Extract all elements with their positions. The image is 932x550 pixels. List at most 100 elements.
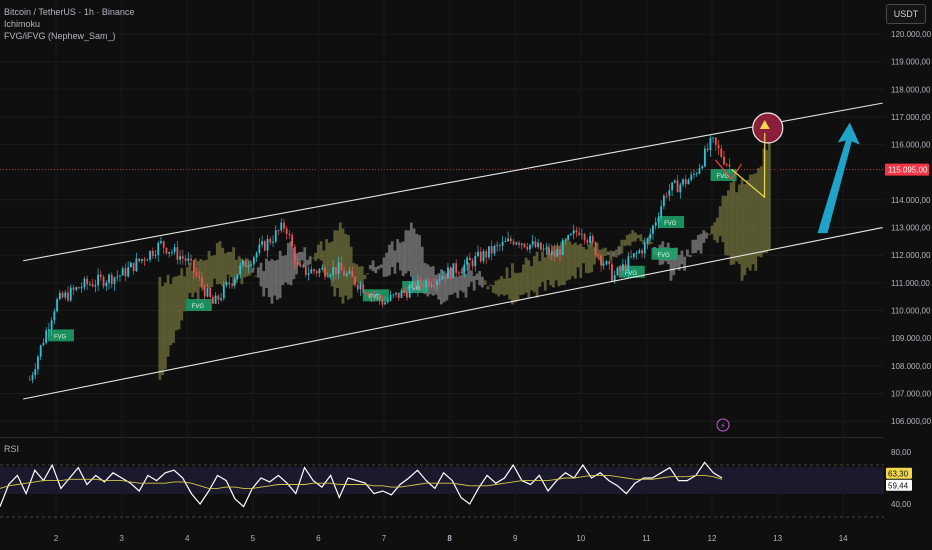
candle-body (37, 356, 39, 370)
cloud-segment (699, 233, 703, 254)
candle-body (600, 255, 602, 266)
cloud-segment (519, 272, 523, 296)
candle-body (635, 252, 638, 254)
candle-body (105, 282, 108, 287)
cloud-segment (218, 241, 222, 285)
cloud-segment (628, 233, 632, 246)
currency-button[interactable]: USDT (886, 4, 926, 24)
candle-body (400, 290, 403, 298)
price-tick-label: 114.000,00 (891, 196, 931, 205)
candle-body (206, 288, 209, 297)
cloud-segment (456, 276, 460, 298)
price-tick-label: 112.000,00 (891, 251, 931, 260)
cloud-segment (620, 239, 624, 254)
candle-body (168, 252, 171, 254)
candle-body (149, 250, 151, 260)
pane-separator (0, 437, 884, 438)
cloud-segment (368, 265, 372, 270)
candle-body (501, 241, 504, 246)
candle-body (627, 256, 630, 271)
price-tick-label: 119.000,00 (891, 58, 931, 67)
time-tick-label: 9 (513, 534, 518, 543)
cloud-segment (344, 233, 348, 296)
cloud-segment (543, 257, 547, 291)
cloud-segment (737, 184, 741, 265)
cloud-segment (727, 190, 730, 256)
candle-body (561, 239, 564, 256)
cloud-segment (565, 238, 569, 281)
candle-body (586, 240, 589, 243)
cloud-segment (166, 274, 170, 357)
cloud-segment (177, 275, 181, 330)
candle-body (660, 206, 663, 218)
candle-body (537, 242, 540, 248)
candle-body (154, 255, 157, 256)
cloud-segment (229, 251, 233, 277)
cloud-segment (388, 244, 391, 276)
candle-body (220, 298, 222, 300)
ichimoku-indicator-label[interactable]: Ichimoku (4, 18, 134, 30)
time-tick-label: 5 (251, 534, 256, 543)
candle-body (108, 274, 110, 283)
candle-body (277, 230, 280, 232)
cloud-segment (571, 244, 574, 277)
candle-body (720, 148, 723, 157)
candle-body (384, 302, 386, 305)
cloud-segment (604, 247, 607, 257)
chart-canvas[interactable]: FVGFVGFVGFVGFVGFVGFVGFVG ⚡ 120.000,00119… (0, 0, 932, 550)
cloud-segment (491, 285, 495, 293)
cloud-segment (303, 247, 307, 268)
candle-body (86, 278, 89, 285)
candle-body (679, 184, 682, 193)
candle-body (526, 246, 529, 250)
cloud-segment (215, 242, 219, 285)
candle-body (146, 259, 149, 261)
candle-body (359, 284, 362, 290)
candle-body (351, 271, 354, 277)
candle-body (160, 241, 162, 243)
candle-body (47, 329, 50, 331)
cloud-segment (757, 168, 760, 257)
cloud-segment (707, 233, 711, 235)
candle-body (553, 250, 556, 257)
candle-body (211, 296, 214, 304)
rsi-band (0, 467, 884, 494)
candle-body (608, 261, 611, 265)
symbol-title[interactable]: Bitcoin / TetherUS · 1h · Binance (4, 6, 134, 18)
cloud-segment (459, 275, 462, 291)
candle-body (31, 375, 34, 380)
time-tick-label: 13 (773, 534, 782, 543)
rsi-pane-title[interactable]: RSI (4, 444, 19, 454)
cloud-segment (210, 255, 214, 288)
candle-body (613, 275, 616, 281)
cloud-segment (584, 249, 588, 273)
candle-body (64, 292, 67, 298)
cloud-segment (483, 280, 487, 285)
candle-body (56, 299, 58, 312)
candle-body (304, 266, 307, 275)
candle-body (687, 179, 690, 185)
candle-body (389, 295, 392, 301)
cloud-segment (300, 251, 304, 261)
fvg-indicator-label[interactable]: FVG/iFVG (Nephew_Sam_) (4, 30, 134, 42)
candle-body (649, 233, 652, 239)
candle-body (318, 269, 321, 274)
cloud-segment (314, 252, 318, 261)
candle-body (504, 241, 507, 243)
candle-body (274, 230, 277, 242)
time-tick-label: 12 (708, 534, 717, 543)
candle-body (293, 246, 296, 264)
cloud-segment (172, 277, 175, 343)
candle-body (266, 239, 269, 251)
cloud-segment (311, 257, 315, 259)
candle-body (416, 279, 419, 291)
cloud-segment (306, 259, 309, 266)
cloud-segment (696, 235, 700, 251)
candle-body (646, 238, 649, 243)
candle-body (135, 258, 138, 272)
candle-body (324, 267, 326, 277)
cloud-segment (407, 230, 410, 272)
current-price-label: 115.095,00 (888, 166, 928, 175)
candle-body (110, 274, 113, 285)
cloud-segment (319, 241, 323, 261)
